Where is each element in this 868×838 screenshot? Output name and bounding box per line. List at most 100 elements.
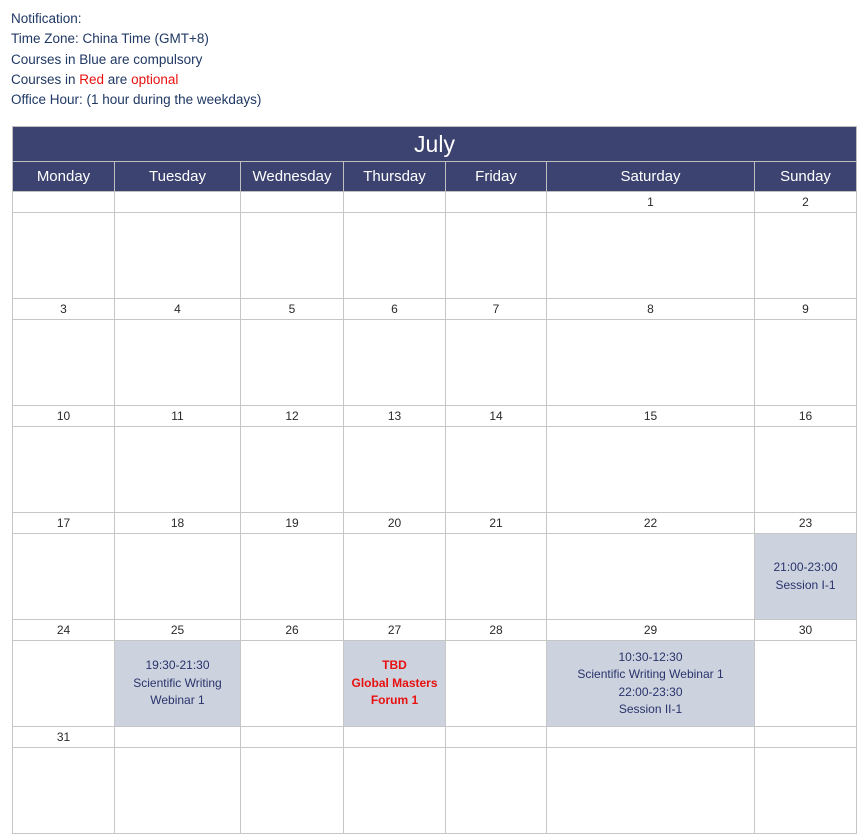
week-content-row: 21:00-23:00 Session I-1 [12, 533, 858, 620]
event-cell[interactable]: 21:00-23:00 Session I-1 [753, 533, 858, 620]
date-number-empty [343, 191, 446, 213]
day-header-wednesday: Wednesday [240, 161, 344, 192]
date-number-empty [240, 726, 344, 748]
event-cell[interactable]: 10:30-12:30 Scientific Writing Webinar 1 2… [546, 640, 755, 727]
month-title: July [11, 126, 858, 162]
event-text-line: 22:00-23:30 [618, 684, 683, 699]
date-number-empty [546, 726, 755, 748]
day-cell-empty [445, 426, 547, 513]
day-cell-empty [343, 533, 446, 620]
date-number-15: 15 [546, 405, 755, 427]
date-number-7: 7 [445, 298, 547, 320]
date-number-4: 4 [114, 298, 241, 320]
day-cell-empty [240, 533, 344, 620]
date-number-26: 26 [240, 619, 344, 641]
calendar-table: July Monday Tuesday Wednesday Thursday Friday… [11, 126, 858, 834]
date-number-empty [445, 191, 547, 213]
week-content-row [12, 426, 858, 513]
date-number-20: 20 [343, 512, 446, 534]
notification-text-optional: Red [79, 71, 105, 87]
day-header-saturday: Saturday [546, 161, 755, 192]
day-cell-empty [445, 533, 547, 620]
date-number-11: 11 [114, 405, 241, 427]
notification-text-optional: optional [131, 71, 179, 87]
event-text-line: 10:30-12:30 [618, 649, 683, 664]
date-number-22: 22 [546, 512, 755, 534]
date-number-12: 12 [240, 405, 344, 427]
notification-text: Courses in Blue are compulsory [11, 51, 203, 67]
week-content-row [12, 747, 858, 834]
date-number-1: 1 [546, 191, 755, 213]
day-cell-empty [240, 640, 344, 727]
day-cell-empty [12, 426, 115, 513]
event-text-line: Session II-1 [618, 702, 683, 716]
day-cell-empty [445, 747, 547, 834]
event-text-line: 21:00-23:00 [773, 560, 838, 574]
day-cell-empty [445, 319, 547, 406]
event-text-line: Scientific Writing Webinar 1 [577, 667, 724, 681]
day-cell-empty [343, 426, 446, 513]
day-header-thursday: Thursday [343, 161, 446, 192]
date-number-23: 23 [753, 512, 858, 534]
date-number-31: 31 [12, 726, 115, 748]
day-cell-empty [753, 747, 858, 834]
day-header-sunday: Sunday [753, 161, 858, 192]
date-number-27: 27 [343, 619, 446, 641]
date-number-9: 9 [753, 298, 858, 320]
date-number-21: 21 [445, 512, 547, 534]
date-number-14: 14 [445, 405, 547, 427]
week-content-row [12, 212, 858, 299]
day-cell-empty [12, 747, 115, 834]
date-number-17: 17 [12, 512, 115, 534]
date-number-5: 5 [240, 298, 344, 320]
event-text-line: Global Masters [351, 675, 438, 690]
notification-line: Notification: [11, 9, 611, 29]
day-cell-empty [546, 319, 755, 406]
week-content-row: 19:30-21:30 Scientific Writing Webinar 1 TB… [12, 640, 858, 727]
day-cell-empty [753, 319, 858, 406]
notification-line: Office Hour: (1 hour during the weekdays… [11, 90, 611, 110]
day-cell-empty [240, 747, 344, 834]
date-number-empty [114, 726, 241, 748]
date-number-row: 3456789 [12, 298, 858, 320]
date-number-2: 2 [753, 191, 858, 213]
notification-line: Courses in Red are optional [11, 70, 611, 90]
day-cell-empty [343, 319, 446, 406]
notification-text: Office Hour: (1 hour during the weekdays… [11, 92, 262, 108]
day-header-friday: Friday [445, 161, 547, 192]
day-cell-empty [240, 212, 344, 299]
day-cell-empty [12, 212, 115, 299]
date-number-30: 30 [753, 619, 858, 641]
date-number-16: 16 [753, 405, 858, 427]
date-number-empty [240, 191, 344, 213]
date-number-empty [114, 191, 241, 213]
day-cell-empty [445, 640, 547, 727]
date-number-empty [12, 191, 115, 213]
date-number-25: 25 [114, 619, 241, 641]
date-number-6: 6 [343, 298, 446, 320]
day-cell-empty [343, 212, 446, 299]
day-header-tuesday: Tuesday [114, 161, 241, 192]
day-cell-empty [12, 533, 115, 620]
event-cell[interactable]: 19:30-21:30 Scientific Writing Webinar 1 [114, 640, 241, 727]
date-number-row: 31 [12, 726, 858, 748]
date-number-29: 29 [546, 619, 755, 641]
date-number-empty [445, 726, 547, 748]
notification-line: Courses in Blue are compulsory [11, 50, 611, 70]
day-cell-empty [753, 426, 858, 513]
event-cell[interactable]: TBD Global Masters Forum 1 [343, 640, 446, 727]
date-number-3: 3 [12, 298, 115, 320]
date-number-24: 24 [12, 619, 115, 641]
notification-text: Courses in [11, 71, 80, 87]
date-number-row: 10 11 12 13 14 15 16 [12, 405, 858, 427]
day-header-row: Monday Tuesday Wednesday Thursday Friday Satu… [12, 161, 858, 192]
date-number-empty [343, 726, 446, 748]
day-cell-empty [12, 640, 115, 727]
date-number-row: 24 25 26 27 28 29 30 [12, 619, 858, 641]
event-text-line: Session I-1 [775, 577, 836, 592]
day-cell-empty [343, 747, 446, 834]
day-cell-empty [546, 212, 755, 299]
month-title-row: July [11, 126, 858, 162]
date-number-18: 18 [114, 512, 241, 534]
day-cell-empty [114, 747, 241, 834]
